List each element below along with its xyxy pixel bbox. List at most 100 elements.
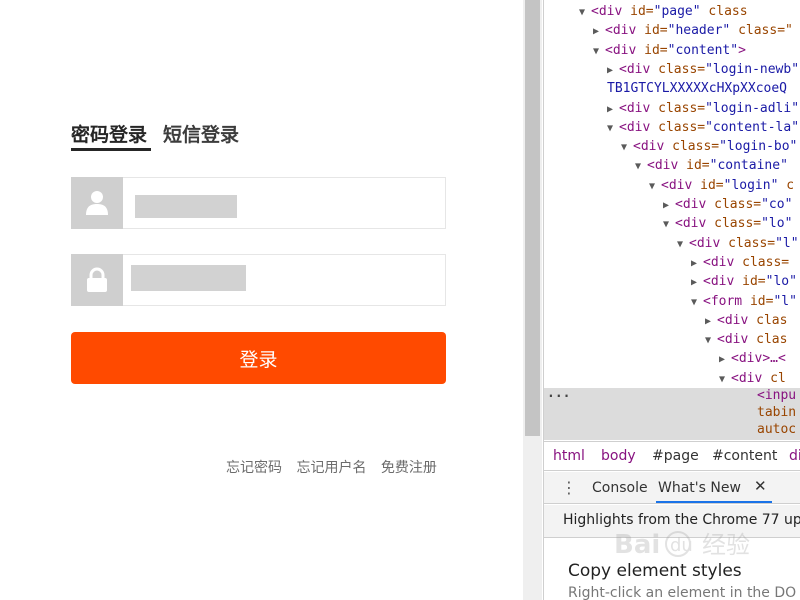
dom-node[interactable]: ▶ <div class= bbox=[691, 253, 789, 272]
dom-tag: <div bbox=[605, 42, 637, 58]
expand-arrow-icon[interactable]: ▼ bbox=[607, 119, 619, 138]
elements-tree: ▼ <div id="page" class ▶ <div id="header" c… bbox=[544, 0, 800, 388]
dom-node[interactable]: ▼ <div id="login" c bbox=[649, 176, 794, 195]
breadcrumb-item[interactable]: html bbox=[553, 448, 585, 464]
dom-attr-value: "l" bbox=[773, 293, 797, 309]
dom-node[interactable]: ▶ <div class="login-newb" bbox=[607, 60, 799, 79]
expand-arrow-icon[interactable]: ▼ bbox=[705, 331, 717, 350]
node-ellipsis[interactable]: ... bbox=[547, 386, 570, 401]
dom-attr-name: id= bbox=[734, 274, 766, 290]
dom-attr-name: class= bbox=[706, 197, 762, 212]
dom-node[interactable]: ▼ <form id="l" bbox=[691, 292, 797, 311]
breadcrumb-item[interactable]: di bbox=[789, 448, 800, 464]
dom-node[interactable]: ▶ <div clas bbox=[705, 311, 787, 330]
expand-arrow-icon[interactable]: ▶ bbox=[607, 100, 619, 119]
forgot-password-link[interactable]: 忘记密码 bbox=[226, 460, 282, 476]
expand-arrow-icon[interactable]: ▼ bbox=[677, 235, 689, 254]
expand-arrow-icon[interactable]: ▼ bbox=[663, 215, 675, 234]
dom-node[interactable]: ▼ <div id="containe" bbox=[635, 156, 788, 175]
page-scrollbar[interactable] bbox=[523, 0, 542, 600]
expand-arrow-icon[interactable]: ▶ bbox=[593, 22, 605, 41]
dom-attr-name: class= bbox=[734, 254, 790, 270]
tab-console[interactable]: Console bbox=[592, 480, 648, 496]
username-field[interactable] bbox=[71, 177, 446, 229]
kebab-menu-icon[interactable]: ⋮ bbox=[561, 478, 577, 497]
password-field[interactable] bbox=[71, 254, 446, 306]
dom-tag: <div bbox=[689, 235, 721, 251]
dom-attr-value: "lo" bbox=[761, 216, 793, 232]
drawer-tabs: ⋮ Console What's New ✕ bbox=[544, 472, 800, 504]
dom-attr-name: class bbox=[700, 4, 748, 19]
selected-node-line: tabin bbox=[757, 405, 797, 420]
dom-attr-name: class= bbox=[650, 61, 706, 77]
tab-password-login[interactable]: 密码登录 bbox=[71, 120, 147, 147]
expand-arrow-icon[interactable]: ▶ bbox=[691, 254, 703, 273]
dom-attr-name: class= bbox=[650, 100, 706, 116]
dom-attr-name: class= bbox=[720, 235, 776, 251]
highlights-text: Highlights from the Chrome 77 upd bbox=[563, 512, 800, 528]
breadcrumb-item[interactable]: #page bbox=[652, 448, 699, 464]
dom-attr-value: "login" bbox=[723, 177, 779, 193]
dom-tag: <div bbox=[731, 370, 763, 386]
tab-whats-new[interactable]: What's New bbox=[658, 480, 741, 496]
dom-attr-name: c bbox=[778, 177, 795, 193]
dom-attr-value: "login-adli" bbox=[705, 100, 800, 116]
dom-tag: <div bbox=[633, 139, 665, 155]
dom-node[interactable]: ▼ <div cl bbox=[719, 369, 786, 388]
dom-attr-value: "header" bbox=[667, 23, 731, 39]
user-icon bbox=[71, 177, 123, 229]
register-link[interactable]: 免费注册 bbox=[381, 460, 437, 476]
expand-arrow-icon[interactable]: ▶ bbox=[719, 350, 731, 369]
expand-arrow-icon[interactable]: ▶ bbox=[607, 61, 619, 80]
breadcrumb-item[interactable]: body bbox=[601, 448, 636, 464]
dom-attr-name: id= bbox=[678, 158, 710, 174]
dom-node[interactable]: ▼ <div class="login-bo" bbox=[621, 137, 797, 156]
dom-attr-value: "login-newb" bbox=[705, 61, 800, 77]
expand-arrow-icon[interactable]: ▼ bbox=[691, 293, 703, 312]
dom-node[interactable]: ▶ <div id="lo" bbox=[691, 272, 797, 291]
expand-arrow-icon[interactable]: ▼ bbox=[579, 3, 591, 22]
dom-attr-name: class= bbox=[664, 139, 720, 155]
dom-tag-close: >…< bbox=[762, 351, 786, 367]
feature-title: Copy element styles bbox=[568, 561, 742, 581]
dom-node[interactable]: ▶ <div>…< bbox=[719, 349, 786, 368]
dom-tag: <div bbox=[703, 274, 735, 290]
dom-attr-name: id= bbox=[692, 177, 724, 193]
selected-node[interactable]: ... <inpu tabin autoc bbox=[544, 386, 800, 440]
dom-node[interactable]: ▼ <div clas bbox=[705, 330, 787, 349]
dom-tag: <div bbox=[717, 312, 749, 328]
expand-arrow-icon[interactable]: ▼ bbox=[635, 157, 647, 176]
dom-node[interactable]: ▶ <div class="login-adli" bbox=[607, 99, 799, 118]
expand-arrow-icon[interactable]: ▶ bbox=[663, 196, 675, 215]
dom-node[interactable]: ▼ <div id="page" class bbox=[579, 2, 748, 21]
expand-arrow-icon[interactable]: ▶ bbox=[705, 312, 717, 331]
dom-node[interactable]: ▶ <div class="co" bbox=[663, 195, 792, 214]
expand-arrow-icon[interactable]: ▼ bbox=[719, 370, 731, 388]
dom-attr-value: "login-bo" bbox=[719, 139, 798, 155]
tab-sms-login[interactable]: 短信登录 bbox=[163, 120, 239, 147]
username-value-masked bbox=[135, 195, 237, 218]
svg-text:du: du bbox=[670, 535, 693, 556]
close-icon[interactable]: ✕ bbox=[754, 477, 767, 495]
dom-node[interactable]: ▶ <div id="header" class=" bbox=[593, 21, 793, 40]
password-value-masked bbox=[131, 265, 246, 291]
dom-node[interactable]: ▼ <div class="content-la" bbox=[607, 118, 799, 137]
dom-tag: <div bbox=[591, 4, 623, 19]
dom-node[interactable]: ▼ <div class="l" bbox=[677, 234, 799, 253]
selected-node-line: <inpu bbox=[757, 388, 797, 403]
forgot-username-link[interactable]: 忘记用户名 bbox=[296, 460, 366, 476]
expand-arrow-icon[interactable]: ▼ bbox=[649, 177, 661, 196]
dom-tag: <div bbox=[675, 197, 707, 212]
expand-arrow-icon[interactable]: ▶ bbox=[691, 273, 703, 292]
dom-node[interactable]: ▼ <div id="content"> bbox=[593, 41, 746, 60]
svg-text:Bai: Bai bbox=[614, 530, 660, 559]
expand-arrow-icon[interactable]: ▼ bbox=[593, 42, 605, 61]
login-button[interactable]: 登录 bbox=[71, 332, 446, 384]
expand-arrow-icon[interactable]: ▼ bbox=[621, 138, 633, 157]
dom-attr-name: class=" bbox=[730, 23, 793, 39]
selected-node-line: autoc bbox=[757, 422, 797, 437]
page-scrollbar-thumb[interactable] bbox=[525, 0, 540, 436]
breadcrumb-item[interactable]: #content bbox=[712, 448, 777, 464]
dom-node[interactable]: TB1GTCYLXXXXXcHXpXXcoeQ bbox=[607, 79, 787, 98]
dom-node[interactable]: ▼ <div class="lo" bbox=[663, 214, 792, 233]
